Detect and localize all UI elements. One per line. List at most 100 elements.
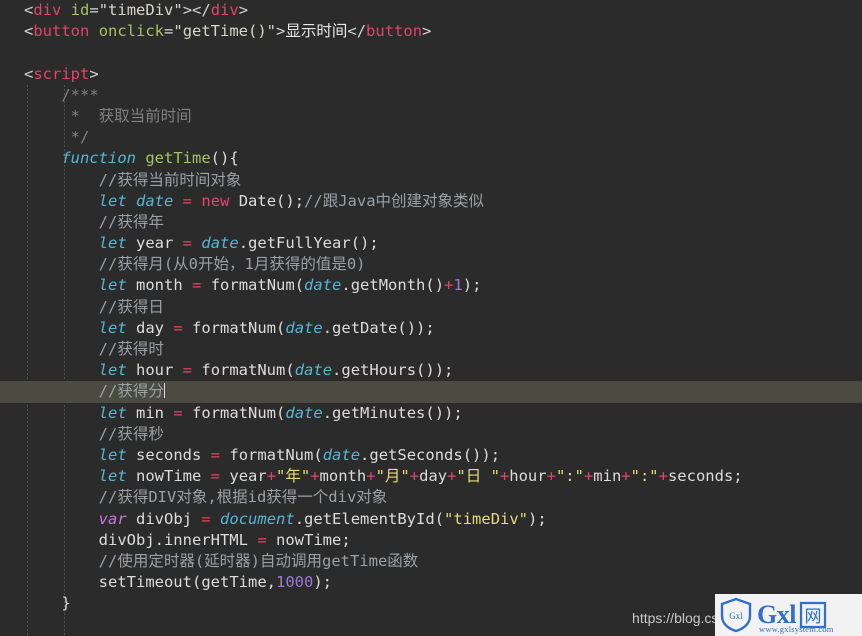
code-line-10[interactable]: let date = new Date();//跟Java中创建对象类似: [0, 191, 862, 212]
token-paren-semi: );: [313, 573, 332, 592]
code-line-4[interactable]: <script>: [0, 64, 862, 85]
code-line-20[interactable]: let min = formatNum(date.getMinutes());: [0, 403, 862, 424]
token-call-formatnum: formatNum: [229, 445, 314, 464]
token-line-comment: //使用定时器(延时器)自动调用getTime函数: [98, 551, 419, 570]
token-keyword-let: let: [98, 403, 127, 422]
token-angle-close-2: >: [238, 1, 249, 19]
code-line-25[interactable]: var divObj = document.getElementById("ti…: [0, 509, 862, 530]
code-line-9[interactable]: //获得当前时间对象: [0, 170, 862, 191]
code-line-19-current[interactable]: //获得分: [0, 381, 862, 403]
code-line-13[interactable]: //获得月(从0开始，1月获得的值是0): [0, 254, 862, 275]
token-var-hour: hour: [509, 467, 547, 486]
token-attr-value: "getTime()": [173, 22, 277, 41]
token-string-day: "日 ": [456, 467, 500, 486]
token-call-formatnum: formatNum: [201, 361, 286, 380]
token-attr-onclick: onclick: [98, 22, 165, 41]
code-line-28[interactable]: setTimeout(getTime,1000);: [0, 572, 862, 593]
code-line-27[interactable]: //使用定时器(延时器)自动调用getTime函数: [0, 551, 862, 572]
code-line-3-blank[interactable]: [0, 42, 862, 63]
token-call-formatnum: formatNum: [192, 318, 277, 337]
token-string-year: "年": [276, 467, 311, 486]
token-close-slash: </: [192, 1, 211, 19]
code-line-24[interactable]: //获得DIV对象,根据id获得一个div对象: [0, 487, 862, 508]
token-obj-date: date: [285, 403, 323, 422]
token-method-getdate: getDate: [332, 318, 398, 337]
token-attr-id: id: [70, 1, 90, 19]
code-line-2[interactable]: <button onclick="getTime()">显示时间</button…: [0, 21, 862, 42]
token-tag-script: script: [33, 64, 90, 83]
token-keyword-let: let: [98, 318, 127, 337]
token-var-date: date: [136, 191, 174, 210]
token-keyword-new: new: [201, 191, 230, 210]
token-obj-date: date: [304, 276, 342, 295]
code-line-21[interactable]: //获得秒: [0, 424, 862, 445]
code-line-26[interactable]: divObj.innerHTML = nowTime;: [0, 530, 862, 551]
token-tag-button: button: [33, 22, 90, 41]
code-line-12[interactable]: let year = date.getFullYear();: [0, 233, 862, 254]
code-line-6[interactable]: * 获取当前时间: [0, 106, 862, 127]
token-tag-div-close: div: [210, 1, 239, 19]
token-plus: +: [409, 467, 420, 486]
token-divobj-innerhtml: divObj.innerHTML: [98, 530, 248, 549]
code-line-11[interactable]: //获得年: [0, 212, 862, 233]
token-keyword-let: let: [98, 191, 127, 210]
token-call-settimeout: setTimeout: [98, 573, 192, 592]
token-line-comment: //获得秒: [98, 424, 164, 443]
token-plus: +: [658, 467, 668, 486]
token-var-month: month: [319, 467, 367, 486]
token-angle-close-2: >: [422, 22, 432, 41]
token-paren: (: [434, 509, 445, 528]
code-line-8[interactable]: function getTime(){: [0, 148, 862, 169]
token-angle-close: >: [89, 64, 99, 83]
token-assign: =: [182, 361, 193, 380]
code-line-14[interactable]: let month = formatNum(date.getMonth()+1)…: [0, 275, 862, 296]
code-line-18[interactable]: let hour = formatNum(date.getHours());: [0, 360, 862, 381]
token-ctor-date: Date: [238, 191, 277, 210]
token-assign: =: [192, 276, 202, 295]
token-keyword-let: let: [98, 234, 127, 253]
token-var-min: min: [136, 403, 164, 422]
token-string-colon-1: ":": [555, 467, 584, 486]
code-line-22[interactable]: let seconds = formatNum(date.getSeconds(…: [0, 445, 862, 466]
token-obj-date: date: [285, 318, 323, 337]
token-obj-date: date: [322, 445, 361, 464]
token-method-getminutes: getMinutes: [332, 403, 426, 422]
code-line-17[interactable]: //获得时: [0, 339, 862, 360]
token-keyword-let: let: [98, 445, 127, 464]
token-dot: .: [360, 445, 370, 464]
code-lines[interactable]: <div id="timeDiv"></div> <button onclick…: [0, 0, 862, 614]
token-line-comment: //获得当前时间对象: [98, 170, 242, 189]
token-paren-semi: ());: [416, 361, 454, 380]
token-plus: +: [310, 467, 320, 486]
token-assign: =: [257, 530, 267, 549]
code-line-1[interactable]: <div id="timeDiv"></div>: [0, 0, 862, 21]
code-line-7[interactable]: */: [0, 127, 862, 148]
code-line-15[interactable]: //获得日: [0, 297, 862, 318]
token-closing-brace: }: [61, 594, 71, 613]
code-line-16[interactable]: let day = formatNum(date.getDate());: [0, 318, 862, 339]
token-button-text: 显示时间: [285, 22, 348, 41]
token-keyword-let: let: [98, 361, 127, 380]
token-string-month: "月": [375, 467, 410, 486]
code-editor[interactable]: <div id="timeDiv"></div> <button onclick…: [0, 0, 862, 636]
token-close-slash: </: [347, 22, 367, 41]
token-var-month: month: [136, 276, 183, 295]
token-var-year: year: [136, 234, 174, 253]
token-var-seconds: seconds: [667, 467, 734, 486]
token-paren-semi: ());: [462, 445, 501, 464]
code-line-23[interactable]: let nowTime = year+"年"+month+"月"+day+"日 …: [0, 466, 862, 487]
token-number-1000: 1000: [276, 573, 314, 592]
token-equals: =: [164, 22, 174, 41]
token-angle-open: <: [24, 64, 34, 83]
token-paren: (: [313, 445, 323, 464]
token-block-comment-start: /***: [61, 85, 99, 104]
code-line-29[interactable]: }: [0, 593, 862, 614]
token-angle-open: <: [24, 1, 34, 19]
code-line-5[interactable]: /***: [0, 85, 862, 106]
token-line-comment: //获得时: [98, 340, 164, 358]
token-obj-document: document: [220, 509, 295, 528]
token-var-seconds: seconds: [136, 445, 202, 464]
token-block-comment-end: */: [61, 128, 90, 147]
token-plus: +: [546, 467, 556, 486]
token-dot: .: [341, 276, 351, 295]
